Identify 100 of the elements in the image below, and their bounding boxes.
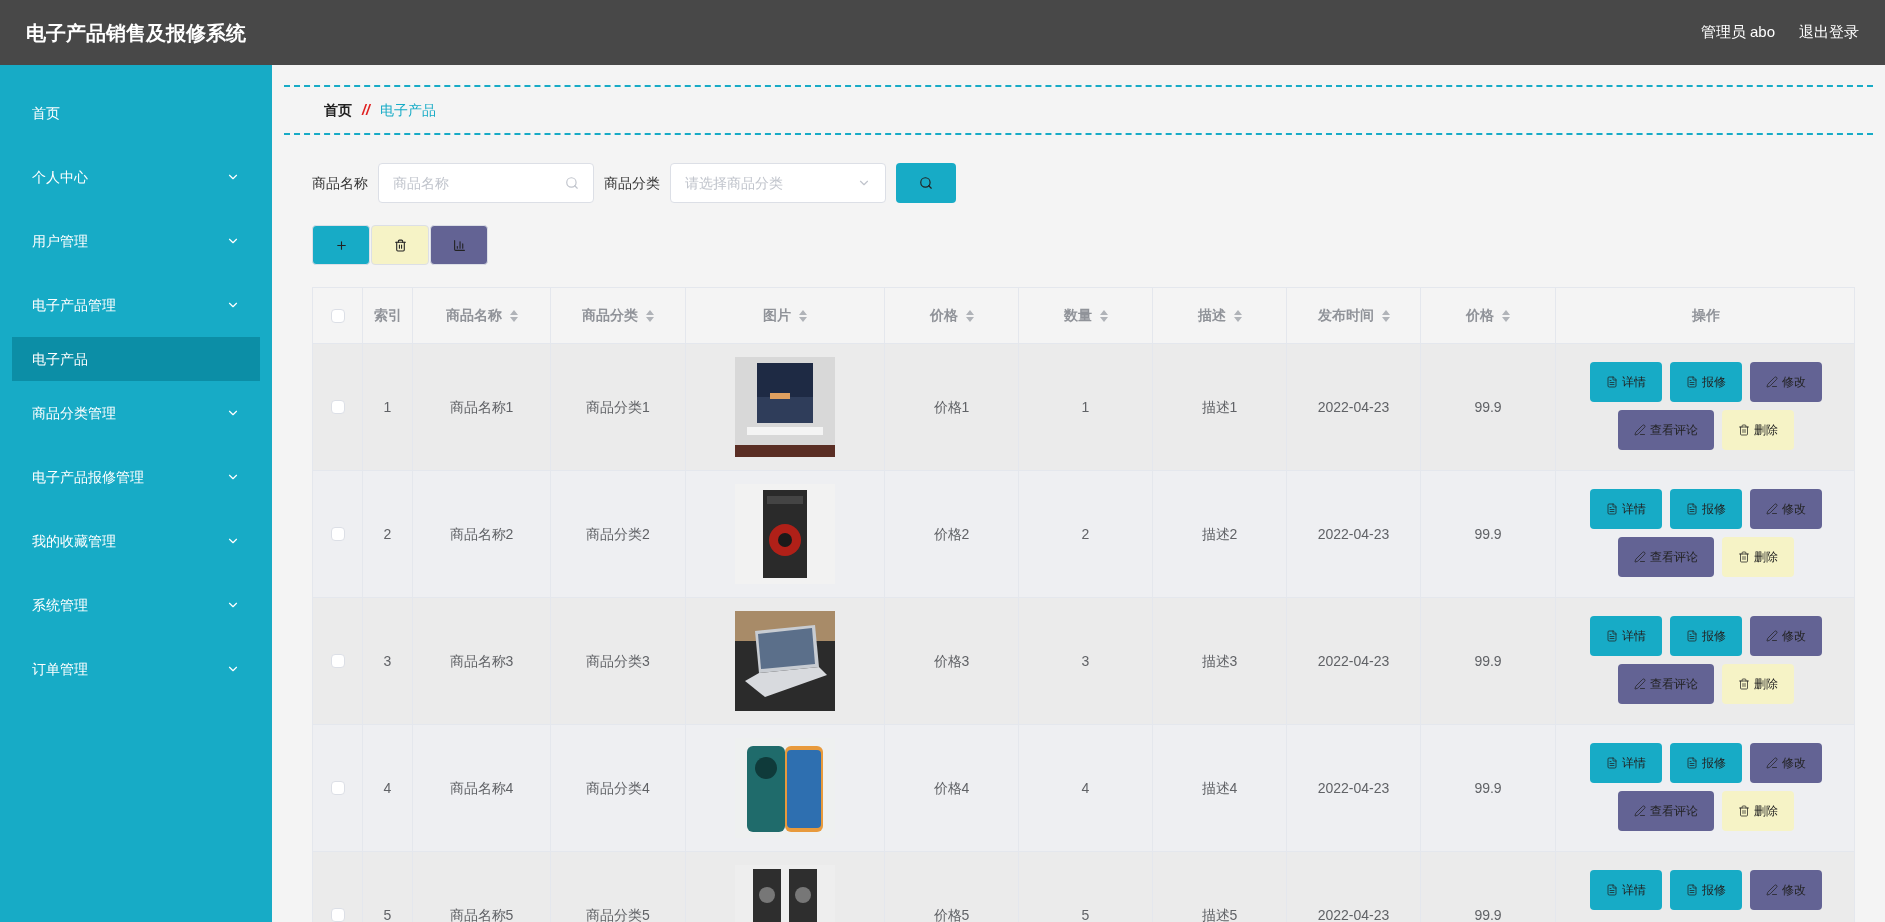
table-cell-text: 2	[383, 524, 392, 544]
table-cell-text: 1	[1081, 397, 1090, 417]
category-select[interactable]: 请选择商品分类	[670, 163, 886, 203]
detail-button[interactable]: 详情	[1590, 362, 1662, 402]
column-header[interactable]: 价格	[929, 305, 974, 326]
table-cell-text: 1	[383, 397, 392, 417]
column-header[interactable]: 商品分类	[582, 305, 654, 326]
edit-button[interactable]: 修改	[1750, 362, 1822, 402]
repair-button[interactable]: 报修	[1670, 362, 1742, 402]
comments-button[interactable]: 查看评论	[1618, 664, 1714, 704]
edit-button[interactable]: 修改	[1750, 870, 1822, 910]
checkbox[interactable]	[330, 400, 345, 414]
column-header[interactable]: 描述	[1197, 305, 1242, 326]
column-header[interactable]: 价格	[1466, 305, 1510, 326]
chart-button[interactable]	[430, 225, 488, 265]
document-icon	[1606, 884, 1618, 896]
checkbox[interactable]	[330, 781, 345, 795]
detail-button[interactable]: 详情	[1590, 489, 1662, 529]
search-icon	[919, 176, 933, 190]
table-cell-text: 商品名称3	[449, 651, 514, 671]
column-header[interactable]: 商品名称	[445, 305, 518, 326]
table-cell-text: 描述1	[1201, 397, 1238, 417]
column-header[interactable]: 发布时间	[1317, 305, 1390, 326]
delete-button[interactable]: 删除	[1722, 664, 1794, 704]
trash-icon	[1738, 551, 1750, 563]
document-icon	[1686, 757, 1698, 769]
document-icon	[1606, 376, 1618, 388]
pen-icon	[1766, 884, 1778, 896]
delete-button[interactable]: 删除	[1722, 791, 1794, 831]
logout-link[interactable]: 退出登录	[1799, 21, 1859, 44]
table-cell-text: 2022-04-23	[1317, 905, 1390, 922]
breadcrumb-link[interactable]: 电子产品	[379, 99, 436, 121]
trash-icon	[1738, 678, 1750, 690]
sort-icon	[1233, 309, 1242, 322]
table-cell-text: 商品分类3	[586, 651, 650, 671]
table-cell-text: 2022-04-23	[1317, 778, 1390, 798]
search-button[interactable]	[896, 163, 956, 203]
breadcrumb-link[interactable]: 首页	[324, 99, 352, 121]
sidebar-item[interactable]: 电子产品管理	[0, 273, 272, 337]
delete-button[interactable]	[371, 225, 429, 265]
sidebar-item[interactable]: 用户管理	[0, 209, 272, 273]
repair-button[interactable]: 报修	[1670, 489, 1742, 529]
detail-button[interactable]: 详情	[1590, 870, 1662, 910]
table-cell-text: 价格5	[933, 905, 970, 922]
table-cell-text: 3	[383, 651, 392, 671]
trash-icon	[1738, 424, 1750, 436]
column-header[interactable]: 数量	[1063, 305, 1108, 326]
document-icon	[1686, 630, 1698, 642]
edit-button[interactable]: 修改	[1750, 743, 1822, 783]
sidebar-item[interactable]: 系统管理	[0, 573, 272, 637]
table-cell-text: 99.9	[1474, 905, 1502, 922]
table-cell-text: 3	[1081, 651, 1090, 671]
table-cell-text: 价格1	[933, 397, 970, 417]
trash-icon	[393, 238, 407, 252]
table-cell-text: 99.9	[1474, 778, 1502, 798]
table-cell-text: 商品分类4	[586, 778, 650, 798]
column-header: 索引	[373, 306, 402, 325]
pen-icon	[1634, 424, 1646, 436]
table-cell-text: 5	[1081, 905, 1090, 922]
delete-button[interactable]: 删除	[1722, 537, 1794, 577]
sidebar-item[interactable]: 商品分类管理	[0, 381, 272, 445]
checkbox[interactable]	[330, 308, 345, 323]
repair-button[interactable]: 报修	[1670, 616, 1742, 656]
document-icon	[1686, 503, 1698, 515]
add-button[interactable]	[312, 225, 370, 265]
repair-button[interactable]: 报修	[1670, 870, 1742, 910]
sort-icon	[1099, 309, 1108, 322]
delete-button[interactable]: 删除	[1722, 410, 1794, 450]
checkbox[interactable]	[330, 527, 345, 541]
pen-icon	[1766, 757, 1778, 769]
edit-button[interactable]: 修改	[1750, 489, 1822, 529]
edit-button[interactable]: 修改	[1750, 616, 1822, 656]
bar-chart-icon	[452, 238, 466, 252]
table-cell-text: 描述2	[1201, 524, 1238, 544]
comments-button[interactable]: 查看评论	[1618, 791, 1714, 831]
document-icon	[1606, 757, 1618, 769]
sort-icon	[509, 309, 518, 322]
detail-button[interactable]: 详情	[1590, 743, 1662, 783]
detail-button[interactable]: 详情	[1590, 616, 1662, 656]
checkbox[interactable]	[330, 654, 345, 668]
sidebar-item[interactable]: 首页	[0, 81, 272, 145]
column-header: 操作	[1692, 306, 1720, 325]
comments-button[interactable]: 查看评论	[1618, 410, 1714, 450]
sidebar-item[interactable]: 电子产品	[12, 337, 260, 381]
table-cell-text: 商品名称4	[449, 778, 514, 798]
table-cell-text: 价格4	[933, 778, 970, 798]
pen-icon	[1766, 376, 1778, 388]
table-cell-text: 2	[1081, 524, 1090, 544]
pen-icon	[1634, 678, 1646, 690]
sidebar-item[interactable]: 电子产品报修管理	[0, 445, 272, 509]
sidebar-item[interactable]: 我的收藏管理	[0, 509, 272, 573]
sidebar-item[interactable]: 个人中心	[0, 145, 272, 209]
sidebar-item[interactable]: 订单管理	[0, 637, 272, 701]
repair-button[interactable]: 报修	[1670, 743, 1742, 783]
column-header[interactable]: 图片	[763, 305, 807, 326]
table-cell-text: 2022-04-23	[1317, 524, 1390, 544]
checkbox[interactable]	[330, 908, 345, 922]
name-search-field[interactable]: 商品名称	[378, 163, 594, 203]
table-cell-text: 2022-04-23	[1317, 397, 1390, 417]
comments-button[interactable]: 查看评论	[1618, 537, 1714, 577]
